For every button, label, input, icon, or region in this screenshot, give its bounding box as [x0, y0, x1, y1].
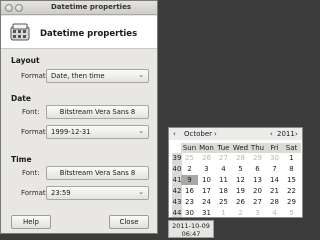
- time-font-button[interactable]: Bitstream Vera Sans 8: [46, 166, 149, 180]
- calendar-day[interactable]: 26: [198, 153, 215, 163]
- chevron-down-icon: ⌄: [138, 127, 144, 135]
- calendar-day[interactable]: 12: [232, 175, 249, 185]
- time-format-value: 23:59: [51, 189, 71, 197]
- calendar-day[interactable]: 9: [181, 175, 198, 185]
- calendar-day[interactable]: 10: [198, 175, 215, 185]
- clock-date: 2011-10-09: [172, 222, 210, 230]
- calendar-day[interactable]: 2: [181, 164, 198, 174]
- calendar-day[interactable]: 29: [283, 197, 300, 207]
- date-format-label: Format:: [21, 128, 49, 136]
- calendar-day[interactable]: 21: [266, 186, 283, 196]
- calendar-day[interactable]: 29: [249, 153, 266, 163]
- layout-format-value: Date, then time: [51, 72, 105, 80]
- day-name-wed: Wed: [232, 144, 249, 152]
- year-label: 2011: [277, 130, 295, 138]
- calendar-day[interactable]: 25: [215, 197, 232, 207]
- date-format-dropdown[interactable]: 1999-12-31 ⌄: [46, 125, 149, 139]
- calendar-day[interactable]: 26: [232, 197, 249, 207]
- calendar-day[interactable]: 6: [249, 164, 266, 174]
- header-title: Datetime properties: [40, 29, 138, 39]
- calendar-header: ‹ October › ‹ 2011 ›: [169, 128, 302, 140]
- calendar-day[interactable]: 30: [181, 208, 198, 218]
- date-format-value: 1999-12-31: [51, 128, 91, 136]
- calendar-day[interactable]: 24: [198, 197, 215, 207]
- layout-section-heading: Layout: [11, 56, 40, 65]
- title-bar[interactable]: Datetime properties: [1, 1, 157, 15]
- time-format-label: Format:: [21, 189, 49, 197]
- time-font-label: Font:: [22, 169, 40, 177]
- clock-time: 06:47: [181, 230, 201, 238]
- calendar-day[interactable]: 3: [249, 208, 266, 218]
- calendar-day[interactable]: 1: [283, 153, 300, 163]
- calendar-day[interactable]: 31: [198, 208, 215, 218]
- calendar-popup: ‹ October › ‹ 2011 › Sun Mon Tue Wed Thu Fri S…: [168, 127, 303, 218]
- calendar-day[interactable]: 20: [249, 186, 266, 196]
- dialog-header: Datetime properties: [1, 16, 157, 49]
- calendar-day[interactable]: 23: [181, 197, 198, 207]
- layout-format-dropdown[interactable]: Date, then time ⌄: [46, 69, 149, 83]
- day-name-mon: Mon: [199, 144, 214, 152]
- calendar-day[interactable]: 1: [215, 208, 232, 218]
- minimize-window-button[interactable]: [15, 4, 23, 12]
- calendar-day[interactable]: 30: [266, 153, 283, 163]
- close-button[interactable]: Close: [109, 215, 149, 229]
- day-name-tue: Tue: [217, 144, 230, 152]
- datetime-properties-window: Datetime properties Datetime properties …: [0, 0, 158, 234]
- calendar-day[interactable]: 27: [249, 197, 266, 207]
- calendar-day[interactable]: 19: [232, 186, 249, 196]
- date-font-label: Font:: [22, 108, 40, 116]
- time-format-dropdown[interactable]: 23:59 ⌄: [46, 186, 149, 200]
- window-title: Datetime properties: [51, 3, 131, 11]
- calendar-day[interactable]: 4: [215, 164, 232, 174]
- month-label: October: [184, 130, 213, 138]
- chevron-down-icon: ⌄: [138, 188, 144, 196]
- calendar-day[interactable]: 22: [283, 186, 300, 196]
- date-font-button[interactable]: Bitstream Vera Sans 8: [46, 105, 149, 119]
- day-name-sat: Sat: [285, 144, 298, 152]
- previous-month-button[interactable]: ‹: [173, 130, 176, 138]
- day-name-thu: Thu: [250, 144, 265, 152]
- calendar-day[interactable]: 27: [215, 153, 232, 163]
- calendar-day[interactable]: 28: [266, 197, 283, 207]
- datetime-applet-icon: [10, 23, 30, 41]
- calendar-day[interactable]: 5: [283, 208, 300, 218]
- previous-year-button[interactable]: ‹: [270, 130, 273, 138]
- day-name-fri: Fri: [270, 144, 279, 152]
- calendar-day[interactable]: 5: [232, 164, 249, 174]
- calendar-day[interactable]: 14: [266, 175, 283, 185]
- calendar-day[interactable]: 28: [232, 153, 249, 163]
- panel-clock[interactable]: 2011-10-09 06:47: [168, 220, 214, 238]
- calendar-day[interactable]: 3: [198, 164, 215, 174]
- calendar-day[interactable]: 16: [181, 186, 198, 196]
- help-button[interactable]: Help: [11, 215, 51, 229]
- close-window-button[interactable]: [5, 4, 13, 12]
- next-month-button[interactable]: ›: [214, 130, 217, 138]
- calendar-day[interactable]: 11: [215, 175, 232, 185]
- chevron-down-icon: ⌄: [138, 71, 144, 79]
- time-section-heading: Time: [11, 155, 32, 164]
- calendar-day[interactable]: 18: [215, 186, 232, 196]
- next-year-button[interactable]: ›: [295, 130, 298, 138]
- calendar-day[interactable]: 7: [266, 164, 283, 174]
- day-name-sun: Sun: [182, 144, 197, 152]
- date-section-heading: Date: [11, 94, 31, 103]
- calendar-day[interactable]: 15: [283, 175, 300, 185]
- calendar-day[interactable]: 4: [266, 208, 283, 218]
- calendar-day[interactable]: 2: [232, 208, 249, 218]
- calendar-day[interactable]: 17: [198, 186, 215, 196]
- calendar-day[interactable]: 25: [181, 153, 198, 163]
- layout-format-label: Format:: [21, 72, 49, 80]
- calendar-day[interactable]: 13: [249, 175, 266, 185]
- calendar-day[interactable]: 8: [283, 164, 300, 174]
